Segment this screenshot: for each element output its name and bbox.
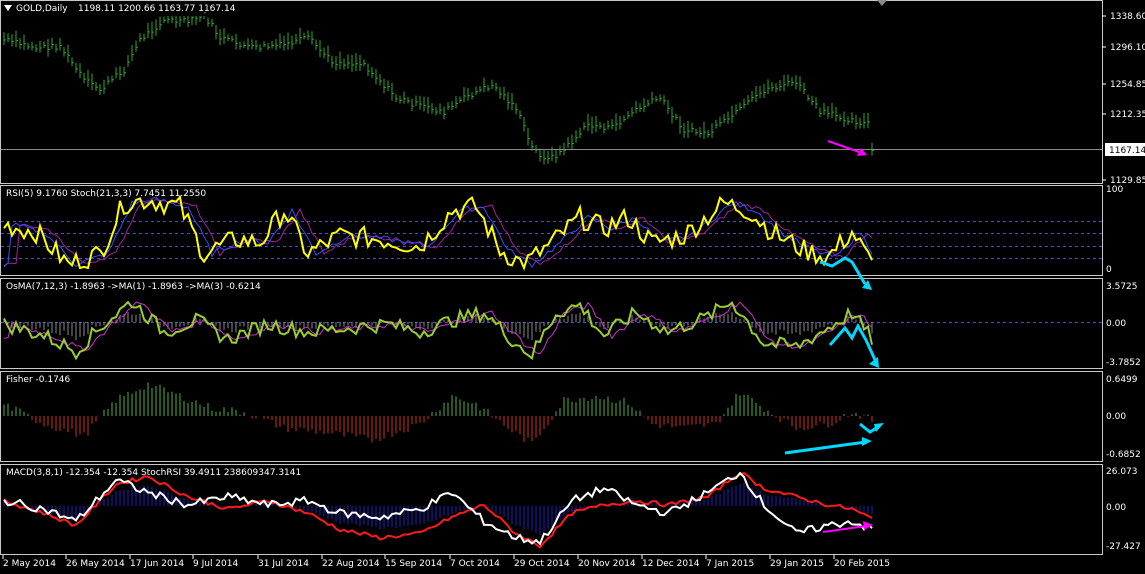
osma-level: 0.00 xyxy=(1106,319,1126,329)
price-level: 1212.35 xyxy=(1110,110,1145,120)
symbol-label: GOLD,Daily xyxy=(16,4,68,14)
date-label: 29 Jan 2015 xyxy=(770,559,824,569)
fisher-level: -0.6852 xyxy=(1106,450,1141,460)
osma-label: OsMA(7,12,3) -1.8963 ->MA(1) -1.8963 ->M… xyxy=(6,282,261,292)
macd-label: MACD(3,8,1) -12.354 -12.354 StochRSI 39.… xyxy=(6,468,301,478)
date-label: 15 Sep 2014 xyxy=(385,559,442,569)
current-price-badge: 1167.14 xyxy=(1105,143,1145,156)
price-level: 1338.60 xyxy=(1110,12,1145,22)
date-label: 9 Jul 2014 xyxy=(193,559,238,569)
date-label: 20 Nov 2014 xyxy=(578,559,636,569)
ohlc-label: 1198.11 1200.66 1163.77 1167.14 xyxy=(78,4,236,14)
price-level: 1296.10 xyxy=(1110,43,1145,53)
rsi-label: RSI(5) 9.1760 Stoch(21,3,3) 7.7451 11.25… xyxy=(6,189,206,199)
price-level: 1254.85 xyxy=(1110,80,1145,90)
rsi-level: 100 xyxy=(1106,185,1123,195)
macd-level: 0.00 xyxy=(1106,503,1126,513)
date-label: 12 Dec 2014 xyxy=(642,559,700,569)
date-label: 7 Jan 2015 xyxy=(706,559,754,569)
chart-window[interactable]: GOLD,Daily 1198.11 1200.66 1163.77 1167.… xyxy=(0,0,1145,574)
date-label: 2 May 2014 xyxy=(3,559,56,569)
date-label: 17 Jun 2014 xyxy=(130,559,184,569)
macd-level: 26.073 xyxy=(1106,467,1138,477)
fisher-level: 0.6499 xyxy=(1106,375,1138,385)
current-price-text: 1167.14 xyxy=(1109,146,1145,156)
date-label: 7 Oct 2014 xyxy=(450,559,500,569)
macd-level: -27.427 xyxy=(1106,542,1141,552)
osma-level: 3.5725 xyxy=(1106,282,1138,292)
rsi-level: 0 xyxy=(1106,265,1112,275)
fisher-level: 0.00 xyxy=(1106,412,1126,422)
fisher-label: Fisher -0.1746 xyxy=(6,375,71,385)
osma-level: -3.7852 xyxy=(1106,358,1141,368)
date-label: 31 Jul 2014 xyxy=(258,559,309,569)
date-label: 29 Oct 2014 xyxy=(514,559,570,569)
date-label: 20 Feb 2015 xyxy=(834,559,890,569)
date-label: 22 Aug 2014 xyxy=(322,559,380,569)
date-label: 26 May 2014 xyxy=(66,559,125,569)
